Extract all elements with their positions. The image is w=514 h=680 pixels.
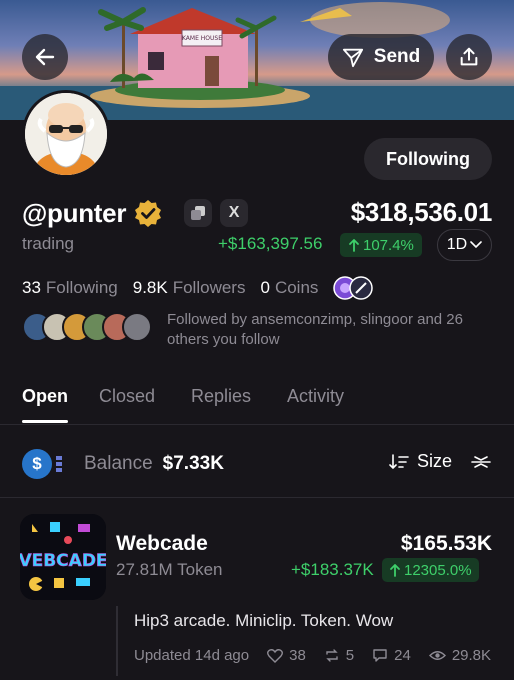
share-upload-icon xyxy=(460,47,478,66)
balance-value: $7.33K xyxy=(162,453,224,474)
token-gain: +$183.37K xyxy=(291,560,374,579)
token-gain-percent-badge: 12305.0% xyxy=(382,558,479,582)
following-stat[interactable]: 33 Following xyxy=(22,278,118,298)
sort-label: Size xyxy=(416,451,452,471)
send-button[interactable]: Send xyxy=(328,34,434,80)
pnl-percent-text: 107.4% xyxy=(363,236,414,254)
views-stat: 29.8K xyxy=(428,647,492,664)
tab-replies[interactable]: Replies xyxy=(191,386,251,407)
token-logo[interactable]: VEBCADE xyxy=(20,514,106,600)
view-count: 29.8K xyxy=(451,647,492,664)
repost-icon xyxy=(326,649,338,662)
usdc-icon: $ xyxy=(22,449,52,479)
webcade-logo-text: VEBCADE xyxy=(20,551,106,571)
like-button[interactable]: 38 xyxy=(267,647,306,664)
following-button[interactable]: Following xyxy=(364,138,492,180)
tab-open[interactable]: Open xyxy=(22,386,68,407)
filter-button[interactable] xyxy=(470,451,492,478)
arrow-up-icon xyxy=(349,239,359,252)
portfolio-total-value: $318,536.01 xyxy=(350,197,493,227)
heart-icon xyxy=(267,649,284,663)
followed-by-text: Followed by ansemconzimp, slingoor and 2… xyxy=(167,311,463,348)
token-value: $165.53K xyxy=(400,532,492,555)
post-updated: Updated 14d ago xyxy=(134,647,250,664)
paper-plane-icon xyxy=(342,48,363,68)
like-count: 38 xyxy=(289,647,306,664)
arrow-up-icon xyxy=(390,564,400,577)
followers-count: 9.8K xyxy=(132,278,168,297)
coins-count: 0 xyxy=(260,278,270,297)
pnl-amount: +$163,397.56 xyxy=(218,234,323,253)
profile-avatar[interactable] xyxy=(22,90,110,178)
copy-icon xyxy=(191,206,206,220)
time-range-value: 1D xyxy=(446,236,468,253)
comment-button[interactable]: 24 xyxy=(372,647,411,664)
token-name[interactable]: Webcade xyxy=(116,532,208,556)
sort-icon xyxy=(389,453,409,469)
repost-count: 5 xyxy=(345,647,355,664)
balance-label: Balance xyxy=(84,453,153,474)
sort-by-size-button[interactable]: Size xyxy=(389,451,452,472)
back-button[interactable] xyxy=(22,34,68,80)
copy-address-button[interactable] xyxy=(184,199,213,227)
verified-badge-icon xyxy=(135,200,162,227)
token-amount: 27.81M Token xyxy=(116,560,223,579)
followers-label: Followers xyxy=(172,278,246,297)
coins-label: Coins xyxy=(274,278,319,297)
profile-handle: @punter xyxy=(22,197,127,228)
followers-stat[interactable]: 9.8K Followers xyxy=(133,278,246,298)
post-text[interactable]: Hip3 arcade. Miniclip. Token. Wow xyxy=(134,611,393,631)
balance-row: $ Balance $7.33K Size xyxy=(22,447,492,481)
mutual-avatar xyxy=(122,312,152,342)
coins-stat[interactable]: 0 Coins xyxy=(260,278,318,298)
thread-line xyxy=(116,606,118,676)
tab-closed[interactable]: Closed xyxy=(99,386,155,407)
x-profile-link[interactable]: X xyxy=(220,199,249,227)
webcade-logo-image: VEBCADE xyxy=(20,514,106,600)
share-button[interactable] xyxy=(446,34,492,80)
chevron-down-icon xyxy=(470,241,483,249)
repost-button[interactable]: 5 xyxy=(324,647,354,664)
banner-sign-text: KAME HOUSE xyxy=(182,35,222,42)
comment-icon xyxy=(373,649,387,662)
profile-tabs: Open Closed Replies Activity xyxy=(0,380,514,424)
post-meta: Updated 14d ago 38 5 24 29.8K xyxy=(134,647,491,664)
handle-row: @punter X xyxy=(22,197,249,229)
eye-icon xyxy=(428,651,446,660)
profile-bio: trading xyxy=(22,234,74,253)
time-range-select[interactable]: 1D xyxy=(437,229,492,261)
filter-icon xyxy=(471,456,491,468)
following-label: Following xyxy=(45,278,118,297)
token-gain-percent: 12305.0% xyxy=(404,561,472,579)
tabs-divider xyxy=(0,424,514,425)
old-master-avatar-image xyxy=(25,93,107,175)
profile-stats: 33 Following 9.8K Followers 0 Coins xyxy=(22,274,374,302)
x-logo-icon: X xyxy=(228,204,240,221)
chain-stripes-icon xyxy=(56,456,62,472)
linked-wallets-icons[interactable] xyxy=(333,274,374,302)
following-count: 33 xyxy=(22,278,41,297)
active-tab-indicator xyxy=(22,420,68,423)
comment-count: 24 xyxy=(394,647,411,664)
usdc-symbol: $ xyxy=(32,454,42,473)
pnl-percent-badge: 107.4% xyxy=(340,233,422,257)
followed-by-row[interactable]: Followed by ansemconzimp, slingoor and 2… xyxy=(22,310,497,350)
arrow-left-icon xyxy=(35,48,55,66)
tab-activity[interactable]: Activity xyxy=(287,386,344,407)
balance-divider xyxy=(0,497,514,498)
send-label: Send xyxy=(373,46,421,67)
mutual-followers-avatars xyxy=(22,310,152,344)
